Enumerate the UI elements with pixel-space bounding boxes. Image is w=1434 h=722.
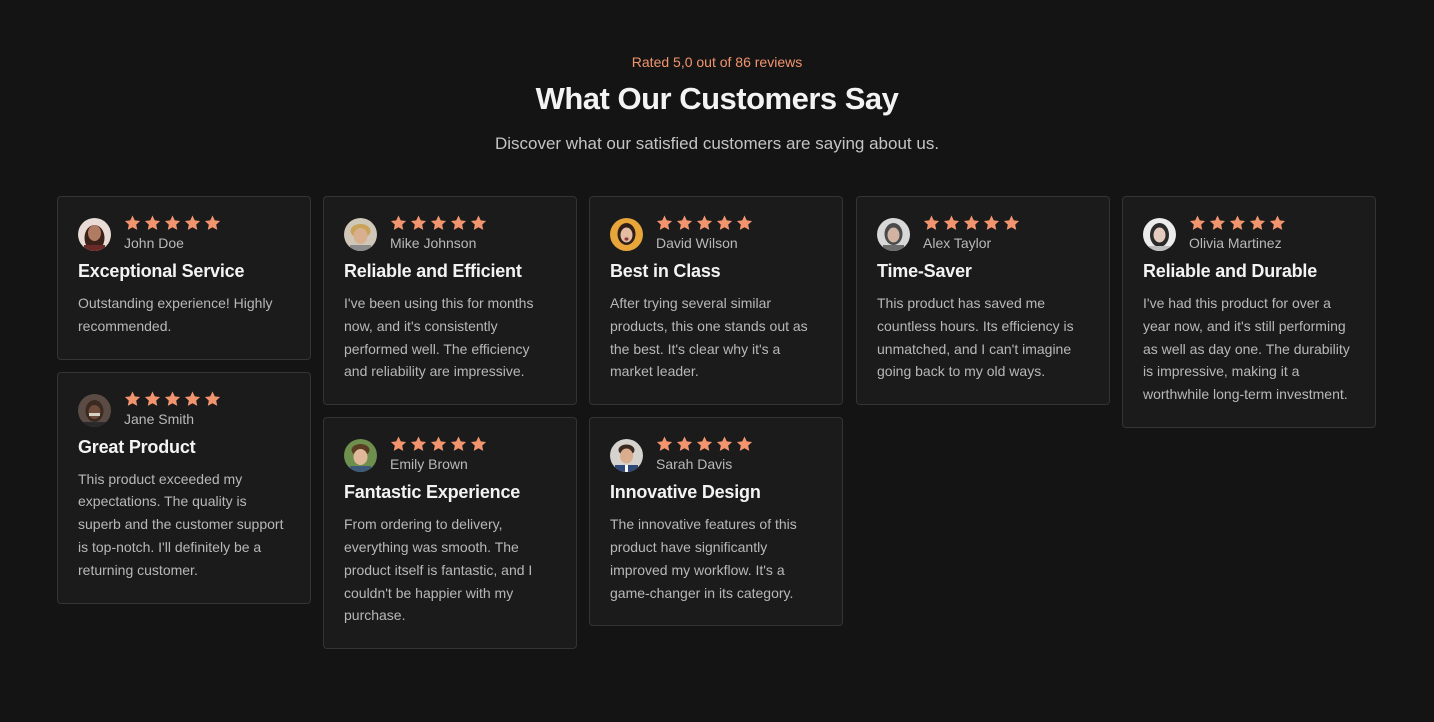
- star-icon: [676, 215, 693, 231]
- star-rating: [1189, 215, 1289, 231]
- star-icon: [430, 215, 447, 231]
- star-icon: [676, 436, 693, 452]
- star-icon: [124, 391, 141, 407]
- star-icon: [656, 436, 673, 452]
- testimonial-card: David Wilson Best in Class After trying …: [589, 196, 843, 406]
- review-text: I've had this product for over a year no…: [1143, 295, 1350, 403]
- star-rating: [923, 215, 1023, 231]
- star-rating: [124, 391, 224, 407]
- review-title: Exceptional Service: [78, 261, 245, 281]
- avatar: [344, 439, 377, 473]
- star-icon: [696, 215, 713, 231]
- star-icon: [144, 391, 161, 407]
- star-rating: [656, 215, 756, 231]
- testimonial-column-2: Mike Johnson Reliable and Efficient I've…: [323, 196, 577, 661]
- reviewer-name: Emily Brown: [390, 456, 468, 473]
- testimonial-card: Alex Taylor Time-Saver This product has …: [856, 196, 1110, 406]
- star-icon: [923, 215, 940, 231]
- review-title: Great Product: [78, 436, 196, 457]
- star-icon: [410, 436, 427, 452]
- reviewer-name: Jane Smith: [124, 410, 195, 427]
- star-icon: [410, 215, 427, 231]
- review-title: Best in Class: [610, 261, 721, 281]
- star-icon: [430, 436, 447, 452]
- star-icon: [450, 215, 467, 231]
- star-icon: [184, 215, 201, 231]
- review-text: From ordering to delivery, everything wa…: [344, 516, 533, 624]
- star-icon: [963, 215, 980, 231]
- star-icon: [716, 436, 733, 452]
- review-text: This product exceeded my expectations. T…: [78, 470, 284, 578]
- avatar: [877, 218, 910, 251]
- star-icon: [164, 391, 181, 407]
- testimonial-card: Olivia Martinez Reliable and Durable I'v…: [1122, 196, 1376, 428]
- star-icon: [1189, 215, 1206, 231]
- star-icon: [1249, 215, 1266, 231]
- testimonial-column-1: John Doe Exceptional Service Outstanding…: [57, 196, 311, 616]
- star-icon: [943, 215, 960, 231]
- section-subtitle: Discover what our satisfied customers ar…: [494, 134, 940, 153]
- review-title: Reliable and Efficient: [344, 261, 522, 281]
- star-icon: [204, 391, 221, 407]
- star-icon: [983, 215, 1000, 231]
- review-title: Innovative Design: [610, 482, 761, 503]
- star-icon: [1269, 215, 1286, 231]
- star-icon: [1209, 215, 1226, 231]
- testimonial-card: Mike Johnson Reliable and Efficient I've…: [323, 196, 577, 406]
- review-title: Time-Saver: [877, 261, 972, 281]
- star-icon: [696, 436, 713, 452]
- avatar: [344, 218, 377, 251]
- star-icon: [736, 215, 753, 231]
- star-rating: [390, 436, 490, 452]
- star-icon: [124, 215, 141, 231]
- star-icon: [144, 215, 161, 231]
- review-text: The innovative features of this product …: [610, 516, 797, 601]
- review-text: Outstanding experience! Highly recommend…: [78, 295, 273, 334]
- review-title: Reliable and Durable: [1143, 261, 1318, 281]
- review-title: Fantastic Experience: [344, 482, 521, 503]
- reviewer-name: Alex Taylor: [923, 235, 992, 251]
- avatar: [78, 218, 111, 251]
- star-rating: [656, 436, 756, 452]
- testimonial-card: Sarah Davis Innovative Design The innova…: [589, 417, 843, 627]
- avatar: [78, 393, 111, 427]
- star-icon: [390, 215, 407, 231]
- star-icon: [450, 436, 467, 452]
- star-icon: [390, 436, 407, 452]
- testimonial-column-3: David Wilson Best in Class After trying …: [589, 196, 843, 638]
- star-icon: [1003, 215, 1020, 231]
- avatar: [610, 218, 643, 251]
- review-text: I've been using this for months now, and…: [344, 295, 534, 380]
- reviewer-name: Olivia Martinez: [1189, 235, 1282, 251]
- star-icon: [470, 215, 487, 231]
- star-icon: [656, 215, 673, 231]
- star-icon: [164, 215, 181, 231]
- reviewer-name: John Doe: [124, 235, 184, 251]
- star-rating: [124, 215, 224, 231]
- review-text: After trying several similar products, t…: [610, 295, 808, 380]
- avatar: [1143, 218, 1176, 251]
- review-text: This product has saved me countless hour…: [877, 295, 1074, 380]
- reviewer-name: Mike Johnson: [390, 235, 477, 251]
- section-title: What Our Customers Say: [535, 81, 899, 116]
- testimonials-section: Rated 5,0 out of 86 reviews What Our Cus…: [0, 0, 1434, 722]
- testimonial-card: John Doe Exceptional Service Outstanding…: [57, 196, 311, 360]
- testimonial-column-5: Olivia Martinez Reliable and Durable I'v…: [1122, 196, 1376, 440]
- rating-summary: Rated 5,0 out of 86 reviews: [631, 54, 803, 70]
- star-icon: [716, 215, 733, 231]
- reviewer-name: Sarah Davis: [656, 456, 733, 473]
- reviewer-name: David Wilson: [656, 235, 738, 251]
- star-icon: [470, 436, 487, 452]
- star-icon: [184, 391, 201, 407]
- avatar: [610, 439, 643, 473]
- star-icon: [1229, 215, 1246, 231]
- testimonial-card: Jane Smith Great Product This product ex…: [57, 371, 311, 604]
- testimonial-card: Emily Brown Fantastic Experience From or…: [323, 417, 577, 650]
- star-rating: [390, 215, 490, 231]
- star-icon: [736, 436, 753, 452]
- testimonial-column-4: Alex Taylor Time-Saver This product has …: [856, 196, 1110, 417]
- star-icon: [204, 215, 221, 231]
